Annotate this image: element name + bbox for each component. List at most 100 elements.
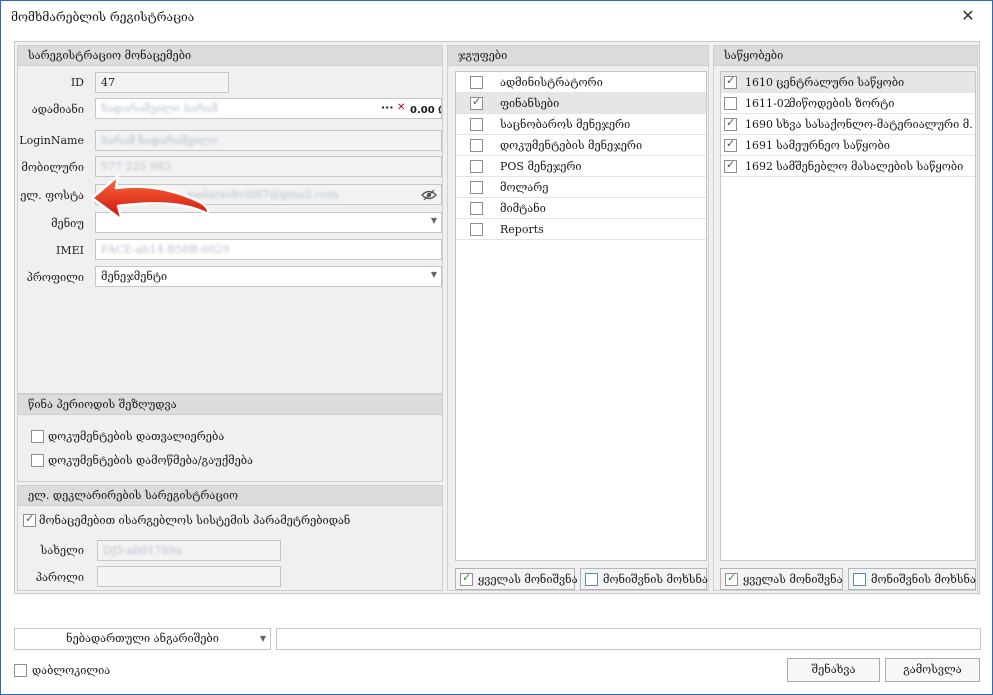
use-system-params-label: მონაცემებით ისარგებლოს სისტემის პარამეტრ… [39, 514, 351, 527]
group-row[interactable]: ფინანსები [456, 93, 706, 114]
title-bar: მომხმარებლის რეგისტრაცია ✕ [1, 1, 992, 33]
window-title: მომხმარებლის რეგისტრაცია [11, 10, 195, 24]
group-checkbox[interactable] [470, 181, 483, 194]
login-field[interactable]: ბარამ ნადარაშვილი [95, 130, 442, 151]
chevron-down-icon: ▼ [430, 270, 437, 279]
group-checkbox[interactable] [470, 160, 483, 173]
person-value: ნადარაშვილი ბარამ [101, 102, 218, 115]
group-checkbox[interactable] [470, 139, 483, 152]
select-all-icon [460, 571, 473, 586]
allowed-accounts-dropdown[interactable]: ნებადართული ანგარიშები ▼ [14, 628, 271, 650]
option-view-documents-checkbox[interactable] [31, 430, 44, 443]
group-row[interactable]: Reports [456, 219, 706, 240]
person-label: ადამიანი [31, 103, 84, 116]
chevron-down-icon: ▼ [430, 216, 437, 225]
group-row[interactable]: ადმინისტრატორი [456, 72, 706, 93]
groups-select-all-button[interactable]: ყველას მონიშვნა [455, 568, 578, 590]
warehouse-row[interactable]: 1610ცენტრალური საწყობი [721, 72, 975, 93]
person-field[interactable]: ნადარაშვილი ბარამ ··· ✕ 0.00 ₾ [95, 98, 442, 119]
group-checkbox[interactable] [470, 202, 483, 215]
group-checkbox[interactable] [470, 76, 483, 89]
previous-period-panel: წინა პერიოდის შეზღუდვა დოკუმენტების დათვ… [17, 394, 443, 482]
group-row[interactable]: მოლარე [456, 177, 706, 198]
warehouse-code: 1690 [745, 118, 773, 131]
previous-period-header: წინა პერიოდის შეზღუდვა [18, 395, 442, 415]
warehouse-code: 1610 [745, 76, 773, 89]
group-row[interactable]: მიმტანი [456, 198, 706, 219]
group-row[interactable]: დოკუმენტების მენეჯერი [456, 135, 706, 156]
group-row[interactable]: საცნობაროს მენეჯერი [456, 114, 706, 135]
groups-select-all-label: ყველას მონიშვნა [478, 573, 578, 586]
use-system-params-checkbox[interactable] [23, 512, 36, 527]
warehouse-code: 1691 [745, 139, 773, 152]
group-checkbox[interactable] [470, 118, 483, 131]
registration-panel: სარეგისტრაციო მონაცემები ID 47 ადამიანი … [17, 45, 443, 394]
locked-label: დაბლოკილია [32, 664, 111, 677]
group-label: Reports [500, 223, 544, 236]
client-area: სარეგისტრაციო მონაცემები ID 47 ადამიანი … [14, 41, 980, 594]
locked-checkbox[interactable] [14, 664, 27, 677]
group-row[interactable]: POS მენეჯერი [456, 156, 706, 177]
option-confirm-documents-checkbox[interactable] [31, 454, 44, 467]
deselect-all-icon [853, 573, 866, 586]
warehouse-checkbox[interactable] [724, 116, 737, 131]
password-label: პაროლი [35, 571, 84, 584]
group-checkbox[interactable] [470, 95, 483, 110]
warehouse-checkbox[interactable] [724, 137, 737, 152]
groups-deselect-all-button[interactable]: მონიშვნის მოხსნა [580, 568, 708, 590]
imei-label: IMEI [56, 244, 84, 257]
warehouses-list: 1610ცენტრალური საწყობი1611-02მიწოდების ზ… [720, 71, 976, 561]
warehouse-checkbox[interactable] [724, 158, 737, 173]
warehouse-name: სამშენებლო მასალების საწყობი [776, 160, 964, 173]
groups-deselect-all-label: მონიშვნის მოხსნა [603, 573, 708, 586]
warehouse-name: სხვა სასაქონლო-მატერიალური მ... [776, 118, 972, 131]
group-label: საცნობაროს მენეჯერი [500, 118, 631, 131]
warehouses-select-all-label: ყველას მონიშვნა [743, 573, 843, 586]
warehouse-name: ცენტრალური საწყობი [776, 76, 905, 89]
password-field[interactable] [97, 566, 281, 587]
group-label: ფინანსები [500, 97, 560, 110]
warehouse-row[interactable]: 1611-02 მიწოდების ზორტი [721, 93, 975, 114]
allowed-accounts-input[interactable] [276, 628, 981, 650]
close-icon[interactable]: ✕ [958, 6, 978, 26]
clear-icon[interactable]: ✕ [397, 102, 405, 113]
imei-field[interactable]: FACE-ab14-B58B-0029 [95, 239, 442, 260]
warehouse-row[interactable]: 1690სხვა სასაქონლო-მატერიალური მ... [721, 114, 975, 135]
exit-button[interactable]: გამოსვლა [885, 658, 980, 682]
profile-dropdown[interactable]: მენეჯმენტი ▼ [95, 266, 442, 287]
deselect-all-icon [585, 573, 598, 586]
select-all-icon [725, 571, 738, 586]
warehouse-name: მიწოდების ზორტი [789, 97, 895, 110]
warehouse-name: სამეურნეო საწყობი [776, 139, 890, 152]
warehouse-row[interactable]: 1692სამშენებლო მასალების საწყობი [721, 156, 975, 177]
annotation-arrow-icon [90, 174, 210, 222]
id-field[interactable]: 47 [95, 72, 229, 93]
id-label: ID [70, 76, 84, 89]
group-label: დოკუმენტების მენეჯერი [500, 139, 643, 152]
warehouse-row[interactable]: 1691სამეურნეო საწყობი [721, 135, 975, 156]
warehouses-header: საწყობები [714, 46, 977, 66]
groups-header: ჯგუფები [448, 46, 708, 66]
option-view-documents-label: დოკუმენტების დათვალიერება [48, 430, 225, 443]
profile-value: მენეჯმენტი [101, 270, 168, 283]
warehouses-deselect-all-button[interactable]: მონიშვნის მოხსნა [848, 568, 976, 590]
login-value: ბარამ ნადარაშვილი [101, 134, 218, 147]
menu-label: მენიუ [51, 217, 84, 230]
person-balance: 0.00 ₾ [410, 105, 441, 116]
warehouse-checkbox[interactable] [724, 74, 737, 89]
username-value: DJ5-ab01789a [103, 544, 183, 557]
username-field[interactable]: DJ5-ab01789a [97, 540, 281, 561]
mobile-label: მობილური [21, 161, 84, 174]
warehouse-code: 1692 [745, 160, 773, 173]
view-password-icon[interactable] [421, 189, 437, 204]
imei-value: FACE-ab14-B58B-0029 [101, 243, 230, 256]
profile-label: პროფილი [26, 271, 84, 284]
warehouses-select-all-button[interactable]: ყველას მონიშვნა [720, 568, 843, 590]
save-button[interactable]: შენახვა [787, 658, 880, 682]
email-label: ელ. ფოსტა [20, 189, 84, 202]
person-more-button[interactable]: ··· [381, 101, 394, 114]
registration-panel-header: სარეგისტრაციო მონაცემები [18, 46, 442, 66]
warehouse-checkbox[interactable] [724, 97, 737, 110]
group-checkbox[interactable] [470, 223, 483, 236]
group-label: POS მენეჯერი [500, 160, 582, 173]
